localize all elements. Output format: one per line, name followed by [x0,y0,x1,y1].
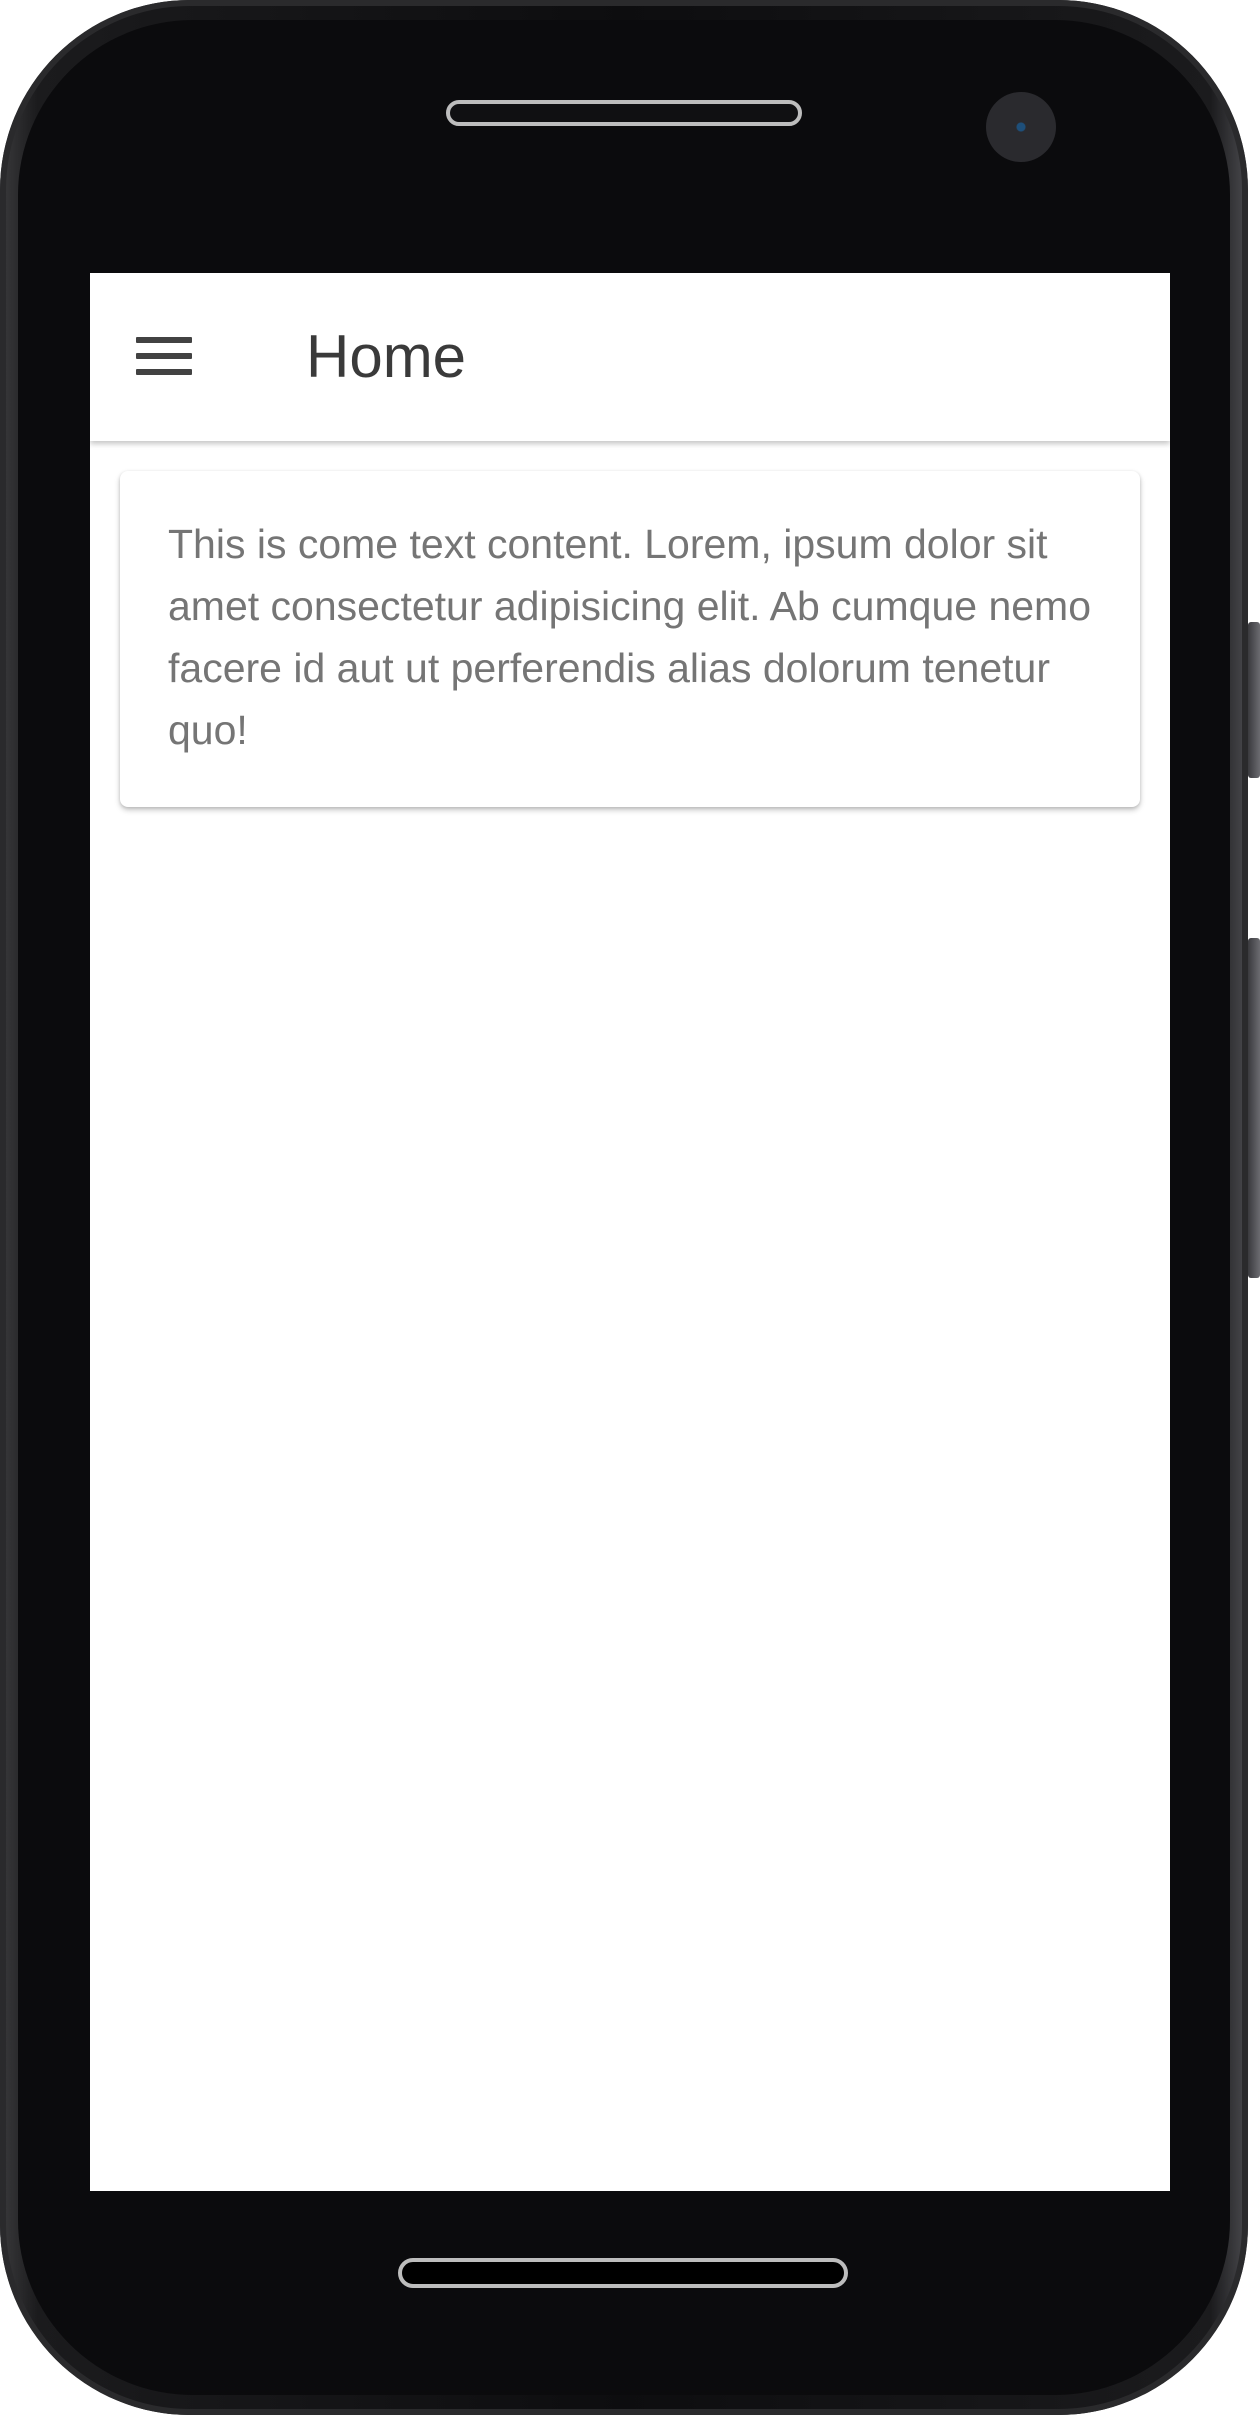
front-camera [986,92,1056,162]
card-text: This is come text content. Lorem, ipsum … [168,521,1092,753]
page-title: Home [306,323,467,390]
hamburger-menu-icon[interactable] [136,329,192,385]
content-card: This is come text content. Lorem, ipsum … [120,471,1140,807]
menu-icon-line [136,337,192,343]
bottom-speaker-slot [398,2258,848,2288]
menu-icon-line [136,369,192,375]
menu-icon-line [136,353,192,359]
app-screen: Home This is come text content. Lorem, i… [90,273,1170,2191]
power-button [1248,938,1260,1278]
volume-button [1248,622,1260,778]
earpiece-speaker [446,100,802,126]
app-bar: Home [90,273,1170,441]
